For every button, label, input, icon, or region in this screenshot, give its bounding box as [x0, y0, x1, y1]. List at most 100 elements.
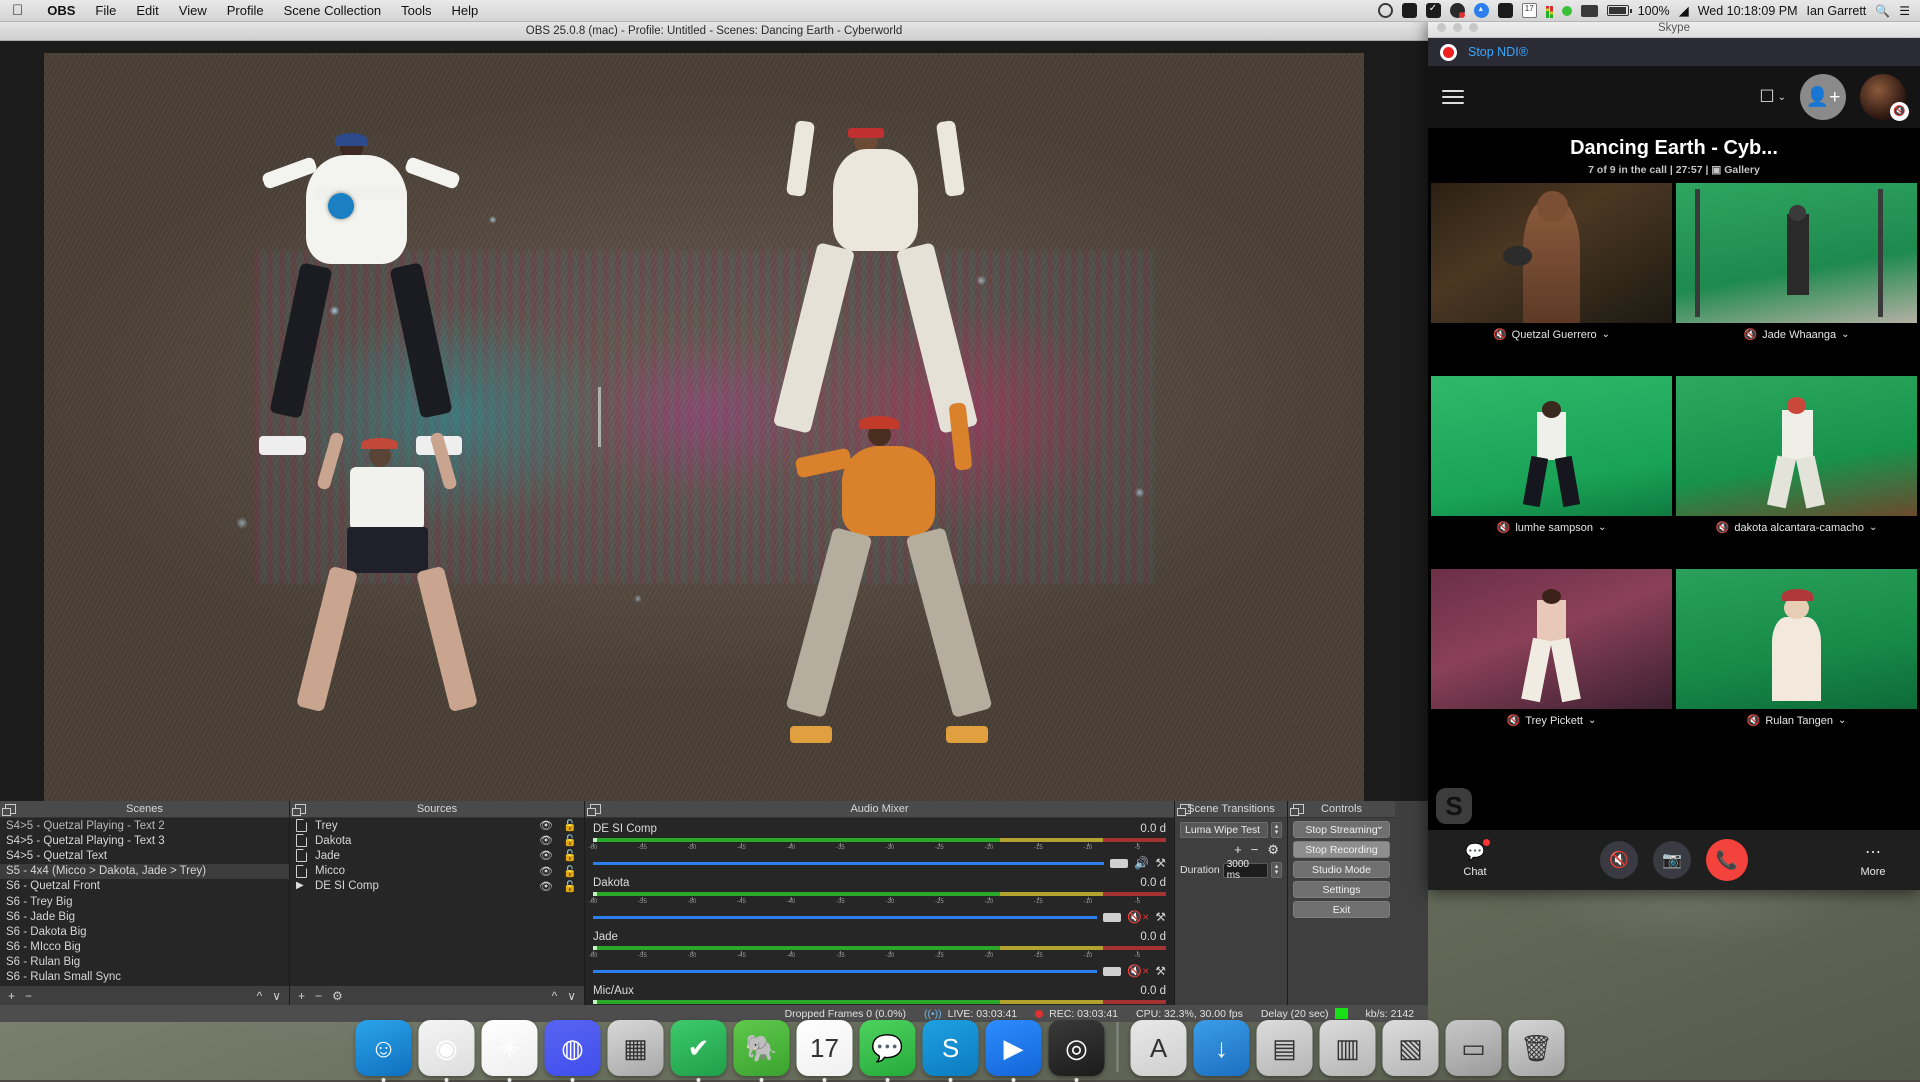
dropbox-icon[interactable] [1426, 3, 1441, 18]
controls-dock-title[interactable]: Controls [1288, 801, 1395, 818]
scene-list-item[interactable]: S6 - Trey Big [0, 894, 289, 909]
skype-icon[interactable]: S [923, 1020, 979, 1076]
downloads-icon[interactable]: ↓ [1194, 1020, 1250, 1076]
messages-icon[interactable]: 💬 [860, 1020, 916, 1076]
move-scene-up-icon[interactable]: ^ [257, 989, 263, 1003]
scene-list-item[interactable]: S6 - Quetzal Front [0, 879, 289, 894]
participant-label[interactable]: 🔇 dakota alcantara-camacho ⌄ [1676, 516, 1917, 539]
camera-toggle-button[interactable]: 📷 [1653, 841, 1691, 879]
calendar-icon[interactable]: 17 [1522, 3, 1537, 18]
source-list-item[interactable]: Trey👁🔓 [290, 818, 584, 833]
slack-icon[interactable]: ✳ [482, 1020, 538, 1076]
obs-menu-icon[interactable] [1450, 3, 1465, 18]
control-button-settings[interactable]: Settings [1293, 881, 1390, 898]
control-button-studio-mode[interactable]: Studio Mode [1293, 861, 1390, 878]
control-button-stop-recording[interactable]: Stop Recording [1293, 841, 1390, 858]
participant-video[interactable] [1431, 183, 1672, 323]
add-scene-icon[interactable]: + [8, 989, 15, 1003]
status-dot-icon[interactable] [1562, 6, 1572, 16]
gallery-layout-icon[interactable]: ▣ [1711, 164, 1721, 176]
mixer-advanced-icon[interactable]: ⚒ [1155, 910, 1166, 924]
hamburger-menu-icon[interactable] [1442, 86, 1464, 108]
add-transition-icon[interactable]: + [1234, 842, 1242, 858]
layout-switch-icon[interactable]: ☐⌄ [1759, 87, 1786, 107]
source-list-item[interactable]: Jade👁🔓 [290, 848, 584, 863]
mute-off-icon[interactable]: 🔊 [1134, 856, 1149, 870]
finder-icon[interactable]: ☺ [356, 1020, 412, 1076]
menu-item-tools[interactable]: Tools [391, 3, 441, 18]
participant-tile[interactable]: 🔇 Jade Whaanga ⌄ [1676, 183, 1917, 346]
transitions-dock-title[interactable]: Scene Transitions [1175, 801, 1287, 818]
source-list-item[interactable]: Micco👁🔓 [290, 864, 584, 879]
chevron-down-icon[interactable]: ⌄ [1588, 715, 1596, 726]
add-source-icon[interactable]: + [298, 989, 305, 1003]
float-dock-icon[interactable] [1293, 804, 1304, 814]
participant-label[interactable]: 🔇 Quetzal Guerrero ⌄ [1431, 323, 1672, 346]
mixer-advanced-icon[interactable]: ⚒ [1155, 964, 1166, 978]
scene-list-item[interactable]: S5 - 4x4 (Micco > Dakota, Jade > Trey) [0, 864, 289, 879]
menu-item-file[interactable]: File [85, 3, 126, 18]
mixer-fader-row[interactable]: 🔇× ⚒ [593, 964, 1166, 978]
menu-item-view[interactable]: View [169, 3, 217, 18]
eject-icon[interactable] [1474, 3, 1489, 18]
mixer-volume-knob[interactable] [1103, 913, 1121, 922]
move-scene-down-icon[interactable]: ∨ [272, 989, 281, 1003]
mixer-channels[interactable]: DE SI Comp0.0 d-60-55-50-45-40-35-30-25-… [585, 818, 1174, 1005]
source-visibility-toggle[interactable]: 👁 [538, 880, 554, 893]
apple-logo-icon[interactable]:  [0, 3, 37, 18]
source-lock-toggle[interactable]: 🔓 [562, 849, 578, 862]
timemachine-icon[interactable] [1378, 3, 1393, 18]
mixer-fader-row[interactable]: 🔇×⚒ [593, 910, 1166, 924]
zoom-icon[interactable]: ▶ [986, 1020, 1042, 1076]
source-lock-toggle[interactable]: 🔓 [562, 880, 578, 893]
source-lock-toggle[interactable]: 🔓 [562, 834, 578, 847]
wifi-icon[interactable]: ◢ [1679, 3, 1689, 19]
source-list-item[interactable]: DE SI Comp👁🔓 [290, 879, 584, 894]
menu-item-profile[interactable]: Profile [217, 3, 274, 18]
clock-label[interactable]: Wed 10:18:09 PM [1698, 4, 1798, 18]
mixer-dock-title[interactable]: Audio Mixer [585, 801, 1174, 818]
istat-icon[interactable] [1546, 4, 1553, 18]
transition-stepper[interactable]: ▴▾ [1271, 822, 1282, 838]
chrome-icon[interactable]: ◉ [419, 1020, 475, 1076]
participant-tile[interactable]: 🔇 Trey Pickett ⌄ [1431, 569, 1672, 732]
chat-button[interactable]: 💬 Chat [1446, 842, 1504, 878]
remove-transition-icon[interactable]: − [1251, 842, 1259, 858]
remove-source-icon[interactable]: − [315, 989, 322, 1003]
source-properties-icon[interactable]: ⚙ [332, 989, 343, 1003]
participant-label[interactable]: 🔇 Rulan Tangen ⌄ [1676, 709, 1917, 732]
move-source-down-icon[interactable]: ∨ [567, 989, 576, 1003]
scene-list-item[interactable]: S6 - Rulan Big [0, 955, 289, 970]
control-button-stop-streaming[interactable]: Stop Streaming [1293, 821, 1390, 838]
scene-list-item[interactable]: S4>5 - Quetzal Playing - Text 3 [0, 833, 289, 848]
todo-icon[interactable]: ✔ [671, 1020, 727, 1076]
camera-icon[interactable] [1498, 3, 1513, 18]
mixer-volume-slider[interactable] [593, 862, 1104, 865]
mixer-channel[interactable]: DE SI Comp0.0 d-60-55-50-45-40-35-30-25-… [585, 818, 1174, 872]
battery-icon[interactable] [1607, 5, 1629, 16]
sources-dock-title[interactable]: Sources [290, 801, 584, 818]
participant-video[interactable] [1431, 569, 1672, 709]
source-lock-toggle[interactable]: 🔓 [562, 865, 578, 878]
display-icon[interactable] [1581, 5, 1598, 17]
move-source-up-icon[interactable]: ^ [552, 989, 558, 1003]
menu-item-obs[interactable]: OBS [37, 3, 85, 18]
source-lock-toggle[interactable]: 🔓 [562, 819, 578, 832]
more-button[interactable]: ⋯ More [1844, 842, 1902, 878]
call-layout-label[interactable]: Gallery [1724, 164, 1760, 176]
self-avatar[interactable]: 🔇 [1860, 74, 1906, 120]
participant-video[interactable] [1676, 376, 1917, 516]
control-center-icon[interactable]: ☰ [1899, 4, 1910, 18]
participant-tile[interactable]: 🔇 Rulan Tangen ⌄ [1676, 569, 1917, 732]
folder-stack-icon[interactable]: ▥ [1320, 1020, 1376, 1076]
source-visibility-toggle[interactable]: 👁 [538, 865, 554, 878]
user-label[interactable]: Ian Garrett [1807, 4, 1867, 18]
float-dock-icon[interactable] [295, 804, 306, 814]
source-visibility-toggle[interactable]: 👁 [538, 819, 554, 832]
scene-list-item[interactable]: S6 - Take out Quetzal from BG [0, 985, 289, 986]
scene-list-item[interactable]: S4>5 - Quetzal Text [0, 848, 289, 863]
mixer-volume-knob[interactable] [1103, 967, 1121, 976]
participant-label[interactable]: 🔇 lumhe sampson ⌄ [1431, 516, 1672, 539]
search-icon[interactable]: 🔍 [1875, 4, 1890, 18]
mute-on-icon[interactable]: 🔇× [1127, 964, 1149, 978]
